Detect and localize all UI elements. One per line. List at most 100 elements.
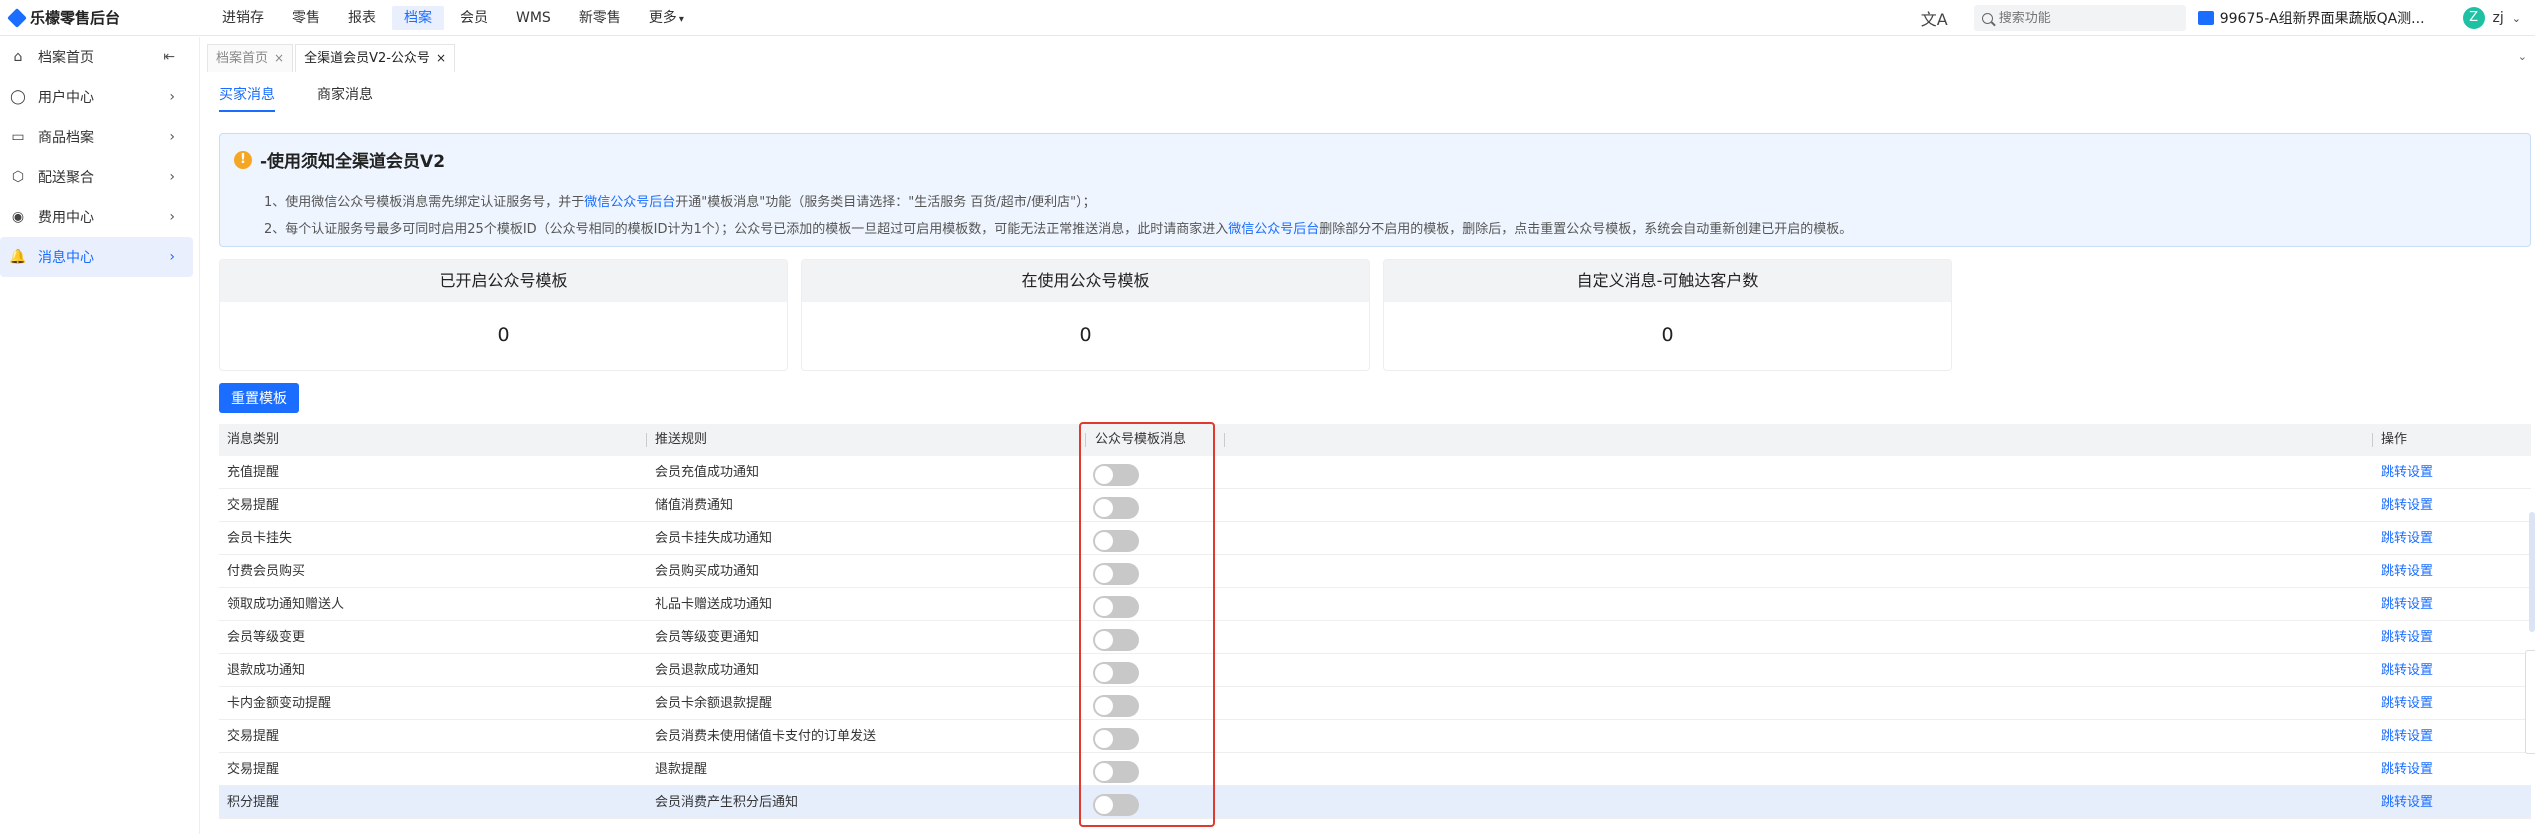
notice-text: 开通"模板消息"功能（服务类目请选择："生活服务 百货/超市/便利店"）；: [675, 195, 1096, 210]
stat-label: 已开启公众号模板: [220, 260, 787, 302]
chevron-right-icon: ›: [169, 169, 175, 185]
row-category: 交易提醒: [227, 762, 280, 777]
jump-settings-link[interactable]: 跳转设置: [2381, 654, 2433, 687]
row-category: 会员卡挂失: [227, 531, 293, 546]
search-icon: [1981, 12, 1993, 24]
topnav-item-0[interactable]: 进销存: [210, 6, 276, 30]
toggle-knob: [1095, 598, 1113, 616]
page-tab-1[interactable]: 全渠道会员V2-公众号 ×: [295, 44, 455, 72]
sub-tab-1[interactable]: 商家消息: [317, 84, 373, 112]
close-icon[interactable]: ×: [274, 51, 284, 65]
row-rule: 会员卡挂失成功通知: [655, 531, 773, 546]
table-row: 交易提醒 会员消费未使用储值卡支付的订单发送 跳转设置: [219, 720, 2531, 753]
sidebar-item-3[interactable]: ⬡ 配送聚合 ›: [0, 157, 193, 197]
template-toggle[interactable]: [1093, 464, 1139, 486]
row-rule: 会员退款成功通知: [655, 663, 760, 678]
template-toggle[interactable]: [1093, 497, 1139, 519]
jump-settings-link[interactable]: 跳转设置: [2381, 621, 2433, 654]
row-category: 领取成功通知赠送人: [227, 597, 345, 612]
chevron-down-icon: ▾: [678, 13, 684, 25]
stat-card-enabled-templates: 已开启公众号模板 0: [219, 259, 788, 371]
top-bar: 乐檬零售后台 进销存零售报表档案 会员 WMS 新零售更多▾ 文A 99675-A组新…: [0, 0, 2535, 36]
sidebar-item-0[interactable]: ⌂ 档案首页 ⇤: [0, 37, 193, 77]
notice-text: 2、每个认证服务号最多可同时启用25个模板ID（公众号相同的模板ID计为1个）；…: [264, 222, 1229, 237]
template-toggle[interactable]: [1093, 530, 1139, 552]
app-logo[interactable]: 乐檬零售后台: [0, 7, 200, 28]
sidebar-item-5[interactable]: 🔔 消息中心 ›: [0, 237, 193, 277]
template-toggle[interactable]: [1093, 662, 1139, 684]
sidebar-item-label: 商品档案: [38, 130, 94, 146]
topnav-item-6[interactable]: 新零售: [567, 6, 633, 30]
chevron-down-icon[interactable]: ⌄: [2518, 50, 2527, 63]
user-icon: ◯: [10, 89, 26, 105]
table-row: 会员等级变更 会员等级变更通知 跳转设置: [219, 621, 2531, 654]
close-icon[interactable]: ×: [436, 51, 446, 65]
topnav-label: 档案: [404, 9, 432, 26]
translate-icon[interactable]: 文A: [1921, 6, 1948, 30]
column-divider: [2372, 433, 2373, 447]
template-toggle[interactable]: [1093, 695, 1139, 717]
reset-template-button[interactable]: 重置模板: [219, 383, 299, 413]
template-toggle[interactable]: [1093, 728, 1139, 750]
wechat-backend-link[interactable]: 微信公众号后台: [1228, 222, 1319, 237]
topnav-label: 会员: [460, 9, 488, 26]
table-row: 交易提醒 退款提醒 跳转设置: [219, 753, 2531, 786]
topnav-label: 新零售: [578, 9, 621, 26]
topnav-label: 进销存: [222, 9, 264, 26]
row-rule: 退款提醒: [655, 762, 708, 777]
home-icon: ⌂: [13, 49, 23, 65]
sub-tab-0[interactable]: 买家消息: [219, 84, 275, 112]
jump-settings-link[interactable]: 跳转设置: [2381, 753, 2433, 786]
search-input[interactable]: [1998, 10, 2159, 26]
column-divider: [1085, 433, 1086, 447]
floating-widget[interactable]: [2525, 650, 2535, 754]
topnav-item-2[interactable]: 报表: [336, 6, 388, 30]
page-tab-0[interactable]: 档案首页 ×: [207, 44, 294, 72]
sidebar-item-1[interactable]: ◯ 用户中心 ›: [0, 77, 193, 117]
row-category: 积分提醒: [227, 795, 280, 810]
row-rule: 礼品卡赠送成功通知: [655, 597, 773, 612]
wechat-backend-link[interactable]: 微信公众号后台: [584, 195, 675, 210]
sidebar-item-label: 档案首页: [38, 50, 94, 66]
table-row: 领取成功通知赠送人 礼品卡赠送成功通知 跳转设置: [219, 588, 2531, 621]
jump-settings-link[interactable]: 跳转设置: [2381, 588, 2433, 621]
stat-label: 在使用公众号模板: [802, 260, 1369, 302]
template-toggle[interactable]: [1093, 629, 1139, 651]
header-category: 消息类别: [227, 432, 280, 447]
row-rule: 会员消费未使用储值卡支付的订单发送: [655, 729, 877, 744]
topnav-item-4[interactable]: 会员: [448, 6, 500, 30]
search-box[interactable]: [1973, 5, 2186, 31]
jump-settings-link[interactable]: 跳转设置: [2381, 555, 2433, 588]
jump-settings-link[interactable]: 跳转设置: [2381, 522, 2433, 555]
template-toggle[interactable]: [1093, 761, 1139, 783]
topnav-item-3[interactable]: 档案: [392, 5, 444, 30]
collapse-icon[interactable]: ⇤: [163, 49, 175, 65]
sidebar-item-2[interactable]: ▭ 商品档案 ›: [0, 117, 193, 157]
jump-settings-link[interactable]: 跳转设置: [2381, 786, 2433, 819]
table-header: 消息类别 推送规则 公众号模板消息 操作: [219, 424, 2531, 456]
jump-settings-link[interactable]: 跳转设置: [2381, 456, 2433, 489]
chevron-right-icon: ›: [169, 89, 175, 105]
scrollbar[interactable]: [2529, 512, 2535, 632]
toggle-knob: [1095, 730, 1113, 748]
sidebar: ⌂ 档案首页 ⇤ ◯ 用户中心 › ▭ 商品档案 › ⬡ 配送聚合 › ◉ 费用中心 › 🔔 消息中心 ›: [0, 37, 200, 834]
topnav-item-1[interactable]: 零售: [280, 6, 332, 30]
sidebar-item-4[interactable]: ◉ 费用中心 ›: [0, 197, 193, 237]
template-toggle[interactable]: [1093, 563, 1139, 585]
topnav-item-7[interactable]: 更多 ▾: [637, 6, 696, 30]
template-toggle[interactable]: [1093, 596, 1139, 618]
row-rule: 会员等级变更通知: [655, 630, 760, 645]
jump-settings-link[interactable]: 跳转设置: [2381, 720, 2433, 753]
topnav-item-5[interactable]: WMS: [504, 6, 563, 30]
store-selector[interactable]: 99675-A组新界面果蔬版QA测...: [2197, 8, 2425, 28]
jump-settings-link[interactable]: 跳转设置: [2381, 687, 2433, 720]
notice-line-2: 2、每个认证服务号最多可同时启用25个模板ID（公众号相同的模板ID计为1个）；…: [264, 218, 1852, 237]
warning-icon: !: [234, 150, 252, 169]
row-category: 卡内金额变动提醒: [227, 696, 332, 711]
jump-settings-link[interactable]: 跳转设置: [2381, 489, 2433, 522]
user-menu[interactable]: Z zj ⌄: [2462, 7, 2521, 29]
row-rule: 会员购买成功通知: [655, 564, 760, 579]
row-category: 交易提醒: [227, 498, 280, 513]
toggle-knob: [1095, 466, 1113, 484]
template-toggle[interactable]: [1093, 794, 1139, 816]
